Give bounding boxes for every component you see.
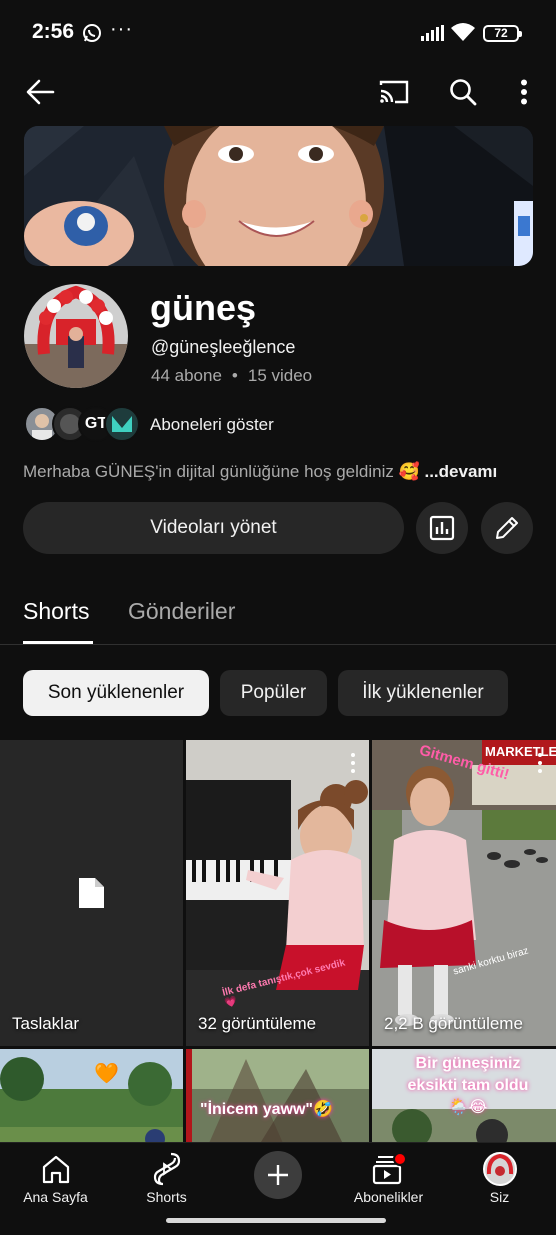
chip-oldest[interactable]: İlk yüklenenler xyxy=(338,670,508,716)
pencil-icon xyxy=(496,517,518,539)
short-tile[interactable]: Bir güneşimiz eksikti tam oldu 🌦️😂 xyxy=(372,1049,556,1150)
battery-icon: 72 xyxy=(483,25,522,42)
nav-home-label: Ana Sayfa xyxy=(23,1189,88,1205)
more-vert-icon[interactable] xyxy=(534,752,546,774)
search-button[interactable] xyxy=(445,74,481,110)
channel-avatar[interactable] xyxy=(24,284,128,388)
status-more-icon: ··· xyxy=(110,18,133,40)
nav-create[interactable] xyxy=(222,1143,333,1223)
channel-handle: @güneşleeğlence xyxy=(151,337,296,357)
tab-divider xyxy=(0,644,556,645)
manage-videos-button[interactable]: Videoları yönet xyxy=(23,502,404,554)
nav-you[interactable]: Siz xyxy=(444,1143,555,1223)
description-text: Merhaba GÜNEŞ'in dijital günlüğüne hoş g… xyxy=(23,462,420,481)
view-count: 32 görüntüleme xyxy=(198,1014,317,1033)
nav-shorts[interactable]: Shorts xyxy=(111,1143,222,1223)
nav-home[interactable]: Ana Sayfa xyxy=(0,1143,111,1223)
chip-latest[interactable]: Son yüklenenler xyxy=(23,670,209,716)
nav-subscriptions-label: Abonelikler xyxy=(353,1189,424,1205)
short-overlay-text: Bir güneşimiz eksikti tam oldu 🌦️😂 xyxy=(407,1055,529,1116)
subscriber-avatars[interactable]: GT xyxy=(24,406,140,442)
whatsapp-icon xyxy=(83,24,101,42)
home-icon xyxy=(42,1155,69,1184)
plus-icon xyxy=(267,1165,288,1185)
channel-name: güneş xyxy=(150,287,257,328)
shorts-icon xyxy=(153,1152,180,1186)
search-icon xyxy=(450,79,477,106)
short-tile[interactable]: MARKETLER Gitmem gitti! sanki korktu bir… xyxy=(372,740,556,1046)
stats-separator: • xyxy=(231,366,238,385)
arrow-left-icon xyxy=(26,79,55,105)
nav-shorts-label: Shorts xyxy=(146,1189,187,1205)
signal-icon xyxy=(421,25,444,41)
subscriber-count: 44 abone xyxy=(151,366,222,385)
cast-icon xyxy=(379,80,409,104)
video-count: 15 video xyxy=(247,366,313,385)
short-overlay-text: "İnicem yaww"🤣 xyxy=(200,1101,333,1118)
nav-you-label: Siz xyxy=(489,1189,510,1205)
short-tile[interactable]: "İnicem yaww"🤣 xyxy=(186,1049,369,1150)
document-icon xyxy=(79,878,104,908)
description-more-link[interactable]: ...devamı xyxy=(424,462,497,481)
channel-stats: 44 abone • 15 video xyxy=(151,366,312,386)
analytics-button[interactable] xyxy=(416,502,468,554)
short-overlay-text: 🧡 xyxy=(94,1063,119,1085)
channel-banner xyxy=(24,126,533,266)
drafts-label: Taslaklar xyxy=(12,1014,80,1033)
back-button[interactable] xyxy=(22,74,58,110)
more-vert-icon xyxy=(521,79,527,105)
tab-posts[interactable]: Gönderiler xyxy=(128,598,235,625)
show-subscribers-link[interactable]: Aboneleri göster xyxy=(150,415,274,435)
cast-button[interactable] xyxy=(376,74,412,110)
view-count: 2,2 B görüntüleme xyxy=(384,1014,523,1033)
short-tile[interactable]: 🧡 xyxy=(0,1049,183,1150)
channel-description[interactable]: Merhaba GÜNEŞ'in dijital günlüğüne hoş g… xyxy=(23,462,497,482)
edit-channel-button[interactable] xyxy=(481,502,533,554)
status-bar: 2:56 ··· 72 xyxy=(0,0,556,68)
nav-subscriptions[interactable]: Abonelikler xyxy=(333,1143,444,1223)
analytics-icon xyxy=(429,515,455,541)
subscriptions-icon xyxy=(372,1153,406,1185)
more-options-button[interactable] xyxy=(506,74,542,110)
avatar-icon xyxy=(482,1152,517,1186)
chip-popular[interactable]: Popüler xyxy=(220,670,327,716)
drafts-tile[interactable]: Taslaklar xyxy=(0,740,183,1046)
home-indicator[interactable] xyxy=(166,1218,386,1223)
wifi-icon xyxy=(451,23,475,41)
short-tile[interactable]: İlk defa tanıştık,çok sevdik💗 32 görüntü… xyxy=(186,740,369,1046)
subscriber-avatar xyxy=(104,406,140,442)
shorts-grid: Taslaklar İlk defa tanıştık,çok sevdik💗 … xyxy=(0,740,556,1150)
tab-shorts[interactable]: Shorts xyxy=(23,598,89,625)
status-time: 2:56 xyxy=(32,20,75,43)
more-vert-icon[interactable] xyxy=(347,752,359,774)
